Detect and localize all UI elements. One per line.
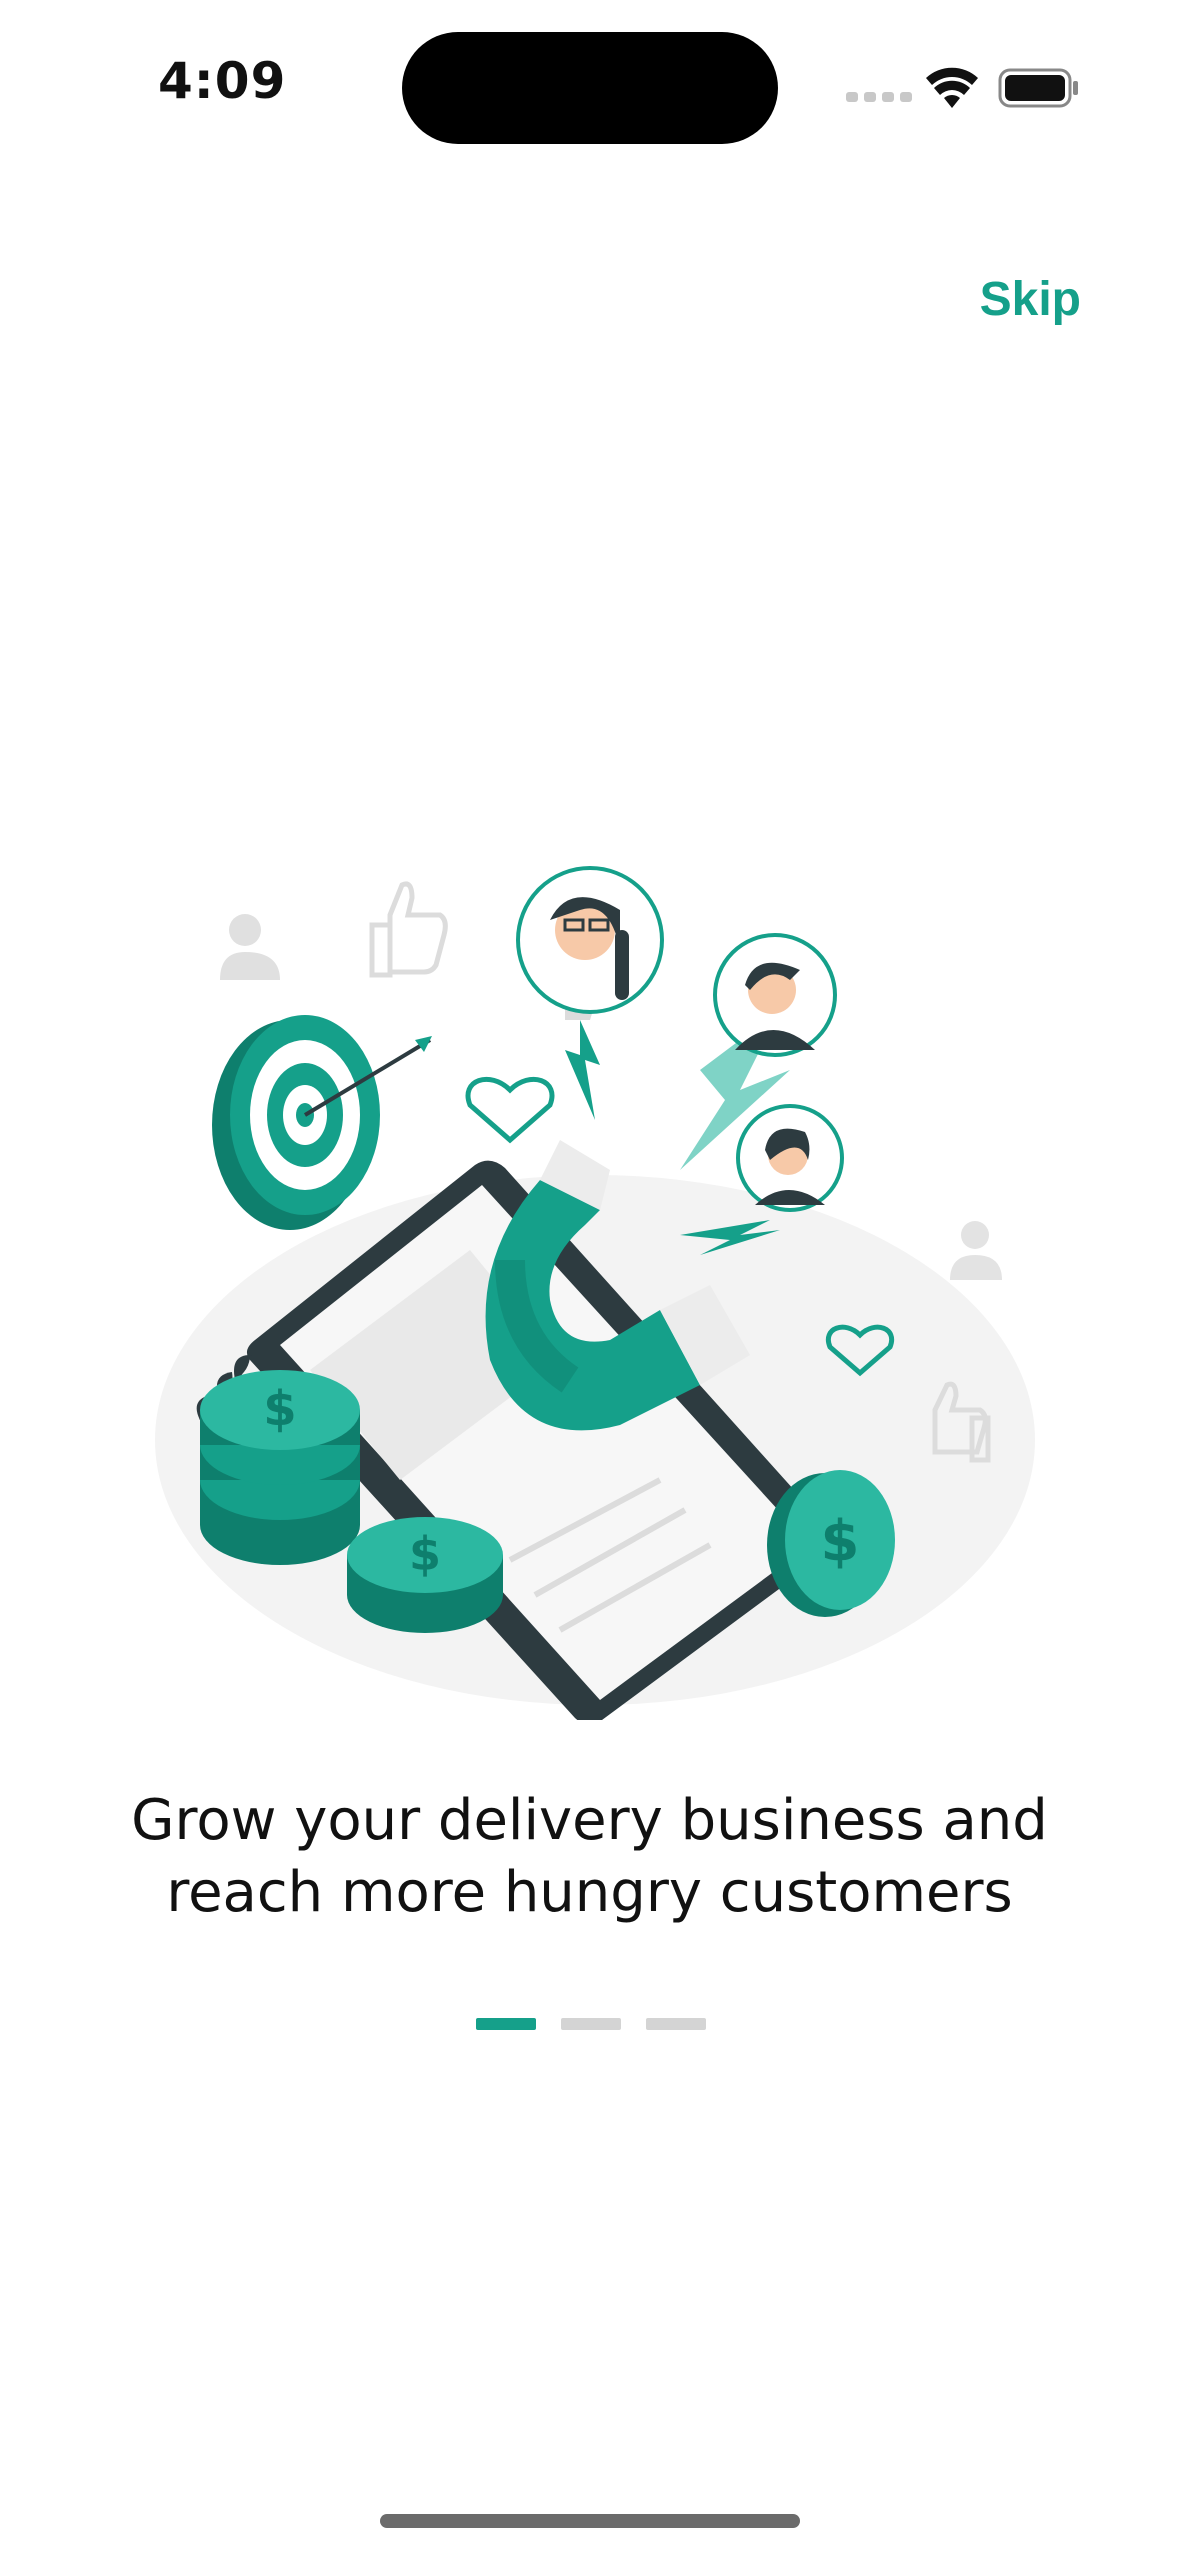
onboarding-headline: Grow your delivery business and reach mo… — [60, 1785, 1119, 1929]
heart-icon — [465, 1076, 555, 1144]
user-icon — [950, 1221, 1002, 1280]
like-icon — [369, 881, 448, 978]
page-dot-3[interactable] — [646, 2018, 706, 2030]
battery-icon — [998, 68, 1078, 108]
page-dot-1[interactable] — [476, 2018, 536, 2030]
page-indicator — [476, 2018, 706, 2030]
avatar — [736, 1104, 844, 1212]
home-indicator[interactable] — [380, 2514, 800, 2528]
status-time: 4:09 — [158, 52, 287, 110]
avatar — [516, 866, 664, 1014]
dynamic-island — [402, 32, 778, 144]
coin-icon: $ — [347, 1517, 503, 1633]
signal-icon — [846, 92, 912, 102]
onboarding-illustration: $ $ $ — [155, 866, 1035, 1720]
avatar — [713, 933, 837, 1057]
page-dot-2[interactable] — [561, 2018, 621, 2030]
headline-line-1: Grow your delivery business and — [131, 1788, 1048, 1853]
wifi-icon — [926, 67, 978, 108]
status-bar: 4:09 — [0, 0, 1179, 170]
headline-line-2: reach more hungry customers — [166, 1860, 1013, 1925]
lightning-icon — [565, 1020, 600, 1120]
skip-button[interactable]: Skip — [980, 272, 1081, 327]
svg-text:$: $ — [263, 1381, 296, 1437]
target-icon — [212, 1015, 432, 1230]
user-icon — [220, 914, 280, 980]
svg-text:$: $ — [409, 1527, 441, 1581]
coin-icon: $ — [200, 1370, 360, 1565]
svg-text:$: $ — [821, 1509, 860, 1574]
